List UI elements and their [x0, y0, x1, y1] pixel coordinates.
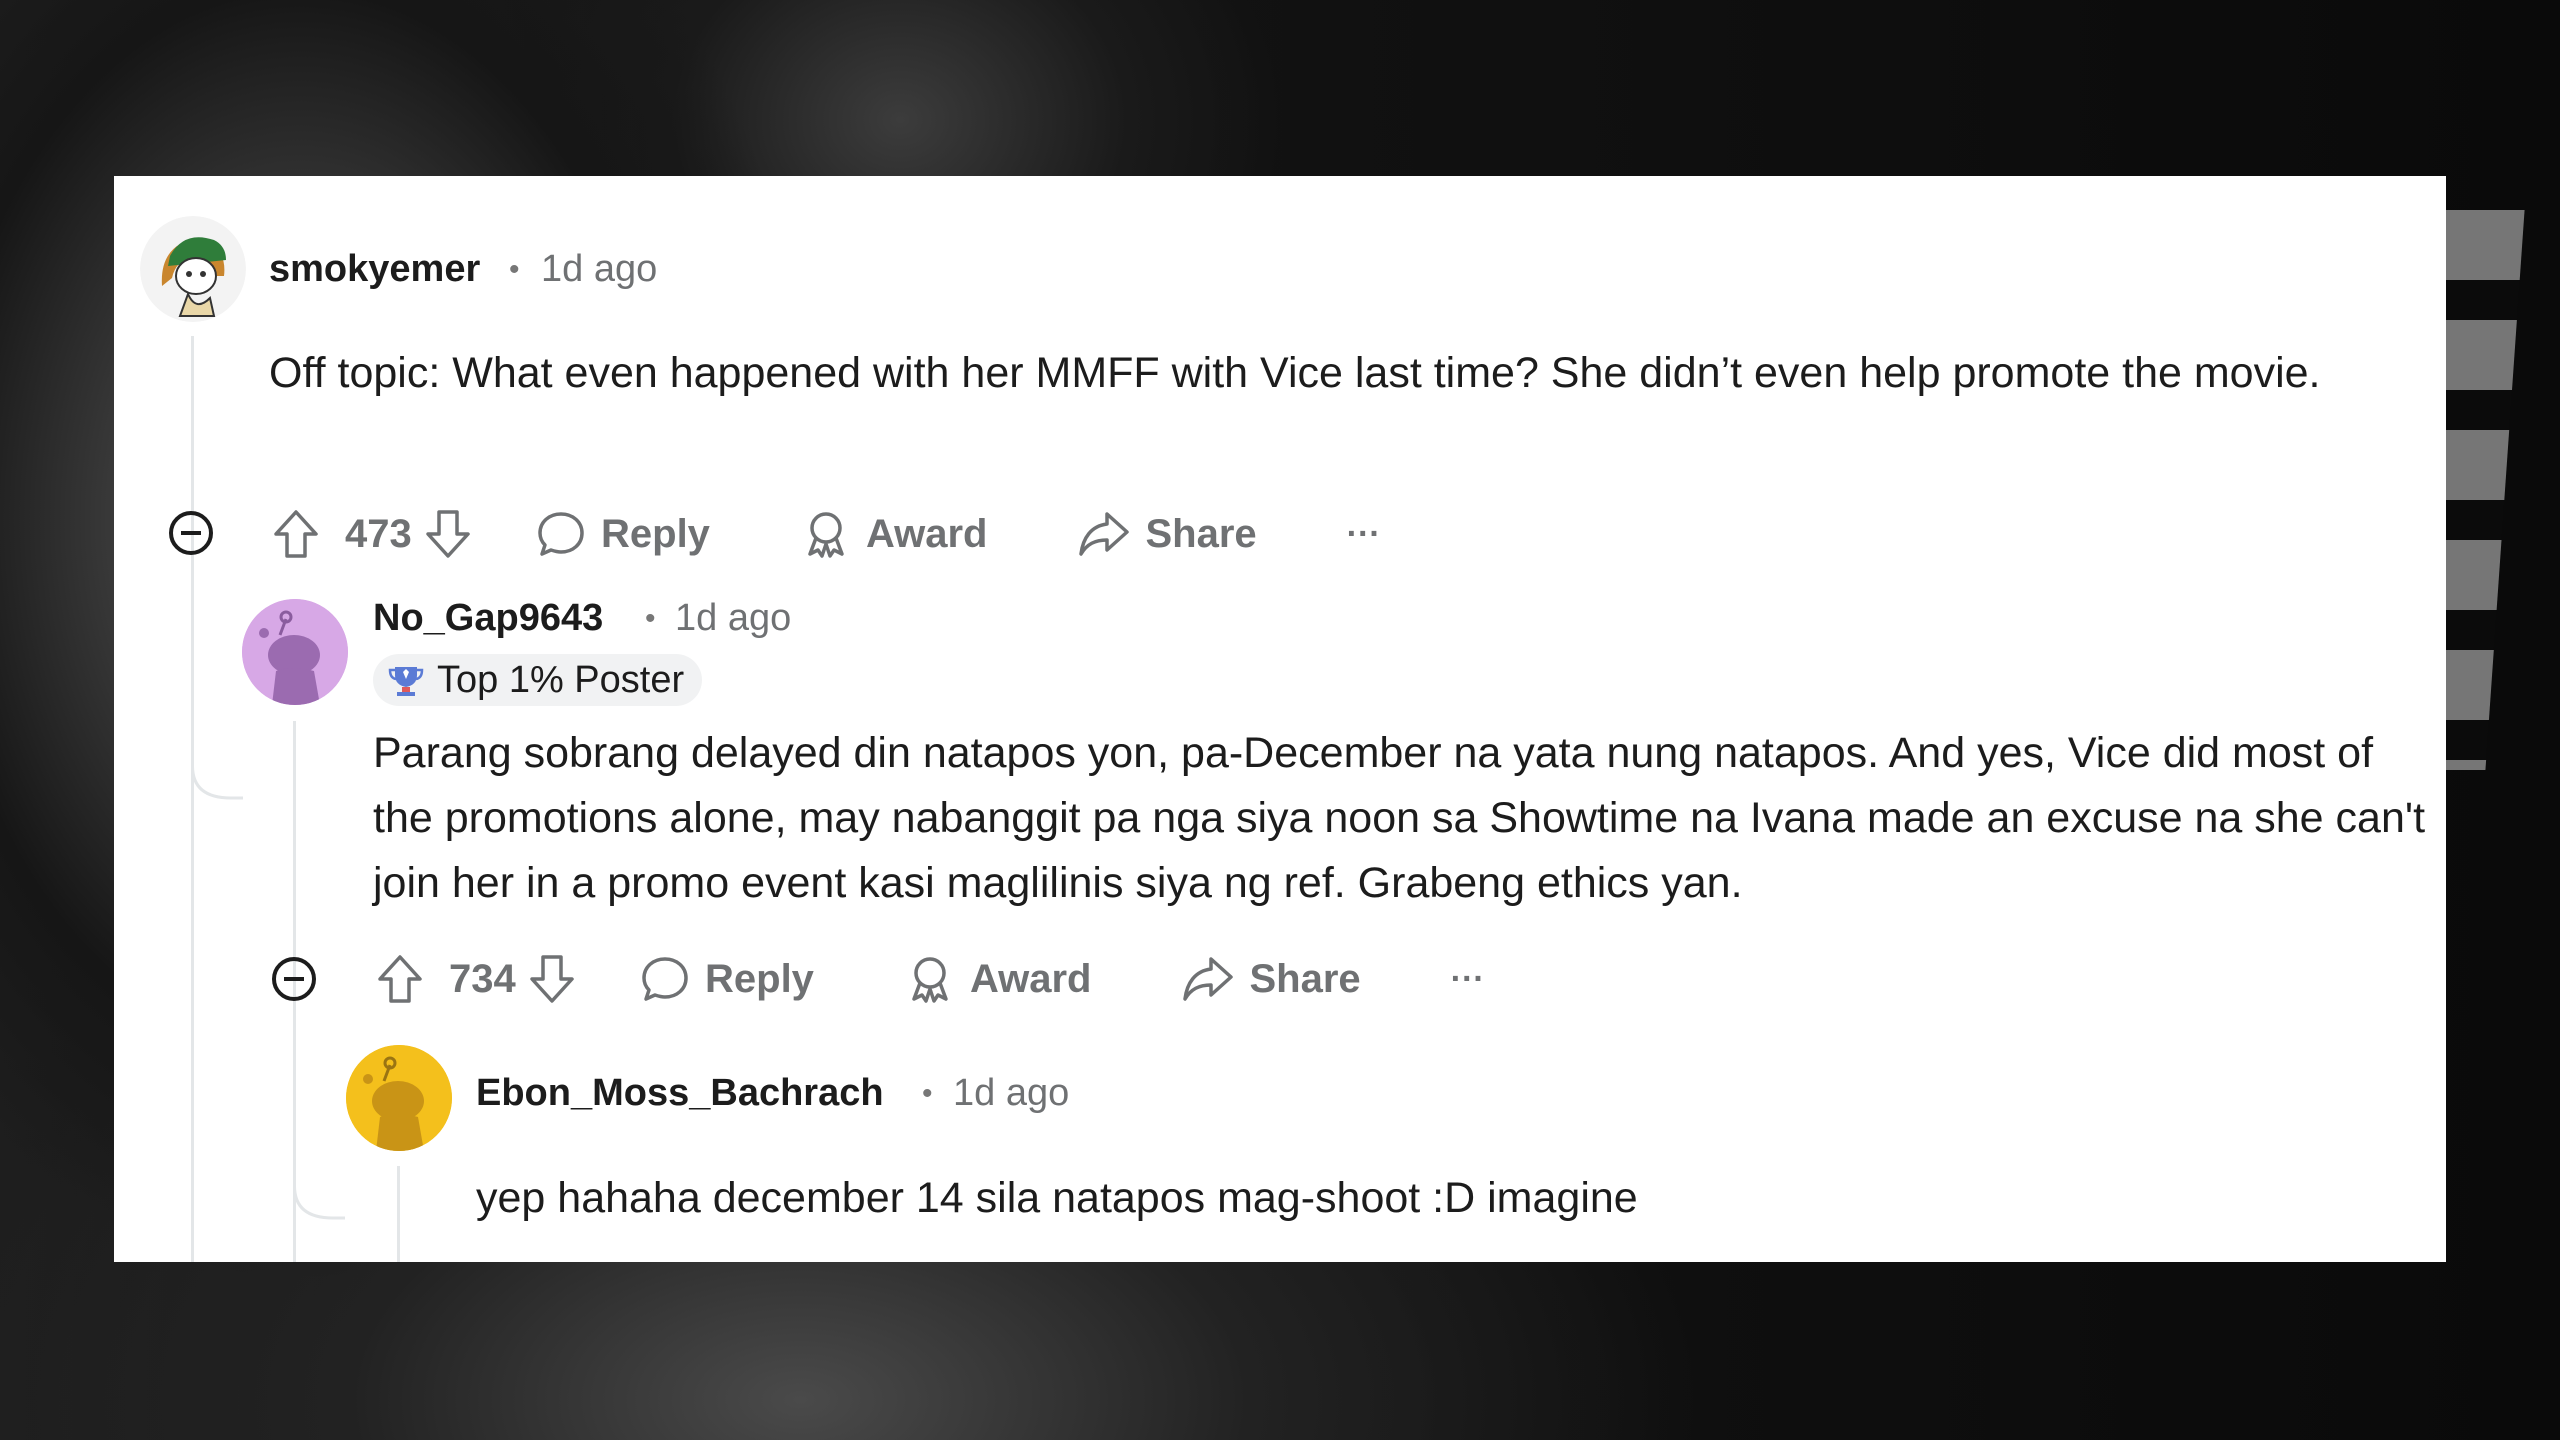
avatar[interactable]	[346, 1045, 452, 1151]
comment-username[interactable]: Ebon_Moss_Bachrach	[476, 1072, 884, 1115]
more-options-button[interactable]: ···	[1347, 515, 1381, 554]
meta-separator: •	[922, 1077, 933, 1110]
user-flair: Top 1% Poster	[373, 654, 703, 706]
share-label: Share	[1249, 956, 1361, 1001]
meta-separator: •	[645, 602, 656, 635]
comment-timestamp[interactable]: 1d ago	[541, 248, 657, 291]
share-label: Share	[1145, 511, 1257, 556]
award-ribbon-icon	[912, 957, 948, 1003]
award-button[interactable]: Award	[800, 508, 988, 560]
arrow-up-icon[interactable]	[373, 952, 427, 1006]
comment-body: Parang sobrang delayed din natapos yon, …	[373, 729, 2426, 907]
minus-circle-icon[interactable]	[270, 955, 318, 1003]
trophy-icon	[388, 667, 424, 696]
vote-count: 734	[449, 956, 516, 1001]
more-options-button[interactable]: ···	[1451, 960, 1485, 999]
reply-label: Reply	[705, 956, 814, 1001]
speech-bubble-icon	[538, 512, 584, 556]
minus-circle-icon[interactable]	[167, 509, 215, 557]
share-button[interactable]: Share	[1077, 508, 1257, 560]
share-button[interactable]: Share	[1181, 953, 1361, 1005]
comment-actions: 734 Reply Award Share ···	[373, 947, 1485, 1011]
thread-connector	[191, 736, 243, 800]
comment-username[interactable]: No_Gap9643	[373, 597, 603, 640]
award-button[interactable]: Award	[904, 953, 1092, 1005]
comment-timestamp[interactable]: 1d ago	[675, 597, 791, 640]
arrow-down-icon[interactable]	[421, 507, 475, 561]
speech-bubble-icon	[642, 957, 688, 1001]
arrow-down-icon[interactable]	[525, 952, 579, 1006]
share-arrow-icon	[1079, 512, 1130, 556]
comment-actions: 473 Reply Award Share ···	[269, 502, 1381, 566]
award-ribbon-icon	[808, 512, 844, 558]
reply-button[interactable]: Reply	[535, 508, 710, 560]
share-arrow-icon	[1183, 957, 1234, 1001]
reply-button[interactable]: Reply	[639, 953, 814, 1005]
avatar[interactable]	[242, 599, 348, 705]
vote-count: 473	[345, 511, 412, 556]
comment-timestamp[interactable]: 1d ago	[953, 1072, 1069, 1115]
comment-thread-card: smokyemer • 1d ago Off topic: What even …	[114, 176, 2446, 1262]
award-label: Award	[865, 511, 988, 556]
avatar[interactable]	[140, 216, 246, 322]
reply-label: Reply	[601, 511, 710, 556]
arrow-up-icon[interactable]	[269, 507, 323, 561]
meta-separator: •	[509, 253, 520, 286]
comment-username[interactable]: smokyemer	[269, 248, 480, 291]
thread-connector	[293, 1166, 345, 1220]
comment-body: yep hahaha december 14 sila natapos mag-…	[476, 1174, 1638, 1222]
comment-body: Off topic: What even happened with her M…	[269, 349, 2321, 397]
award-label: Award	[969, 956, 1092, 1001]
flair-label: Top 1% Poster	[437, 658, 685, 701]
thread-line-level-3[interactable]	[397, 1166, 400, 1262]
